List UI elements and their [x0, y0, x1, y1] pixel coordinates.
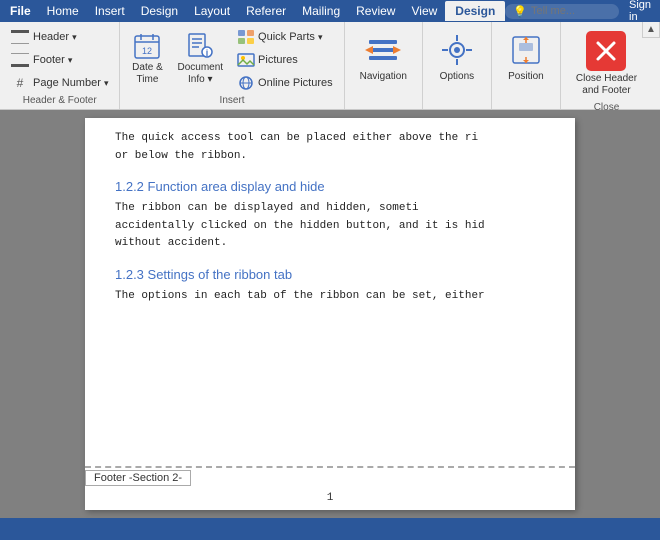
online-pictures-label: Online Pictures	[258, 77, 333, 89]
options-label: Options	[440, 71, 474, 82]
options-button[interactable]: Options	[431, 26, 483, 106]
document-info-button[interactable]: i DocumentInfo ▾	[172, 26, 228, 90]
doc-para3: The options in each tab of the ribbon ca…	[115, 288, 545, 306]
file-tab[interactable]: File	[2, 2, 39, 20]
online-pictures-button[interactable]: Online Pictures	[232, 72, 338, 94]
svg-text:i: i	[206, 48, 209, 58]
header-button[interactable]: Header ▾	[6, 26, 113, 48]
collapse-icon: ▲	[646, 24, 656, 35]
navigation-icon	[364, 31, 402, 69]
position-group: Position	[492, 22, 561, 109]
page-number-icon: #	[11, 76, 29, 90]
close-header-footer-label: Close Headerand Footer	[576, 73, 637, 97]
referer-tab[interactable]: Referer	[238, 1, 294, 21]
options-group: Options	[423, 22, 492, 109]
doc-page: The quick access tool can be placed eith…	[85, 118, 575, 510]
close-header-footer-button[interactable]: Close Headerand Footer	[569, 26, 644, 102]
online-pictures-icon	[237, 75, 255, 91]
document-info-label: DocumentInfo ▾	[177, 62, 223, 86]
doc-text-line2: or below the ribbon.	[115, 148, 545, 166]
mailing-tab[interactable]: Mailing	[294, 1, 348, 21]
insert-group-label: Insert	[126, 95, 337, 109]
date-time-button[interactable]: 12 Date &Time	[126, 26, 168, 90]
view-tab[interactable]: View	[403, 1, 445, 21]
doc-para2a: The ribbon can be displayed and hidden, …	[115, 200, 545, 218]
quick-parts-icon	[237, 29, 255, 45]
design-tab-1[interactable]: Design	[133, 1, 186, 21]
options-icon	[438, 31, 476, 69]
date-time-label: Date &Time	[132, 62, 163, 86]
header-footer-group-label: Header & Footer	[6, 95, 113, 109]
position-icon	[507, 31, 545, 69]
layout-tab[interactable]: Layout	[186, 1, 238, 21]
close-header-footer-icon	[586, 31, 626, 71]
navigation-group: Navigation	[345, 22, 423, 109]
insert-tab[interactable]: Insert	[87, 1, 133, 21]
home-tab[interactable]: Home	[39, 1, 87, 21]
document-info-icon: i	[184, 30, 216, 62]
status-bar	[0, 518, 660, 540]
insert-group: 12 Date &Time i DocumentIn	[120, 22, 344, 109]
header-footer-group: Header ▾ Footer ▾ # Page Number ▾ Header…	[0, 22, 120, 109]
document-area: The quick access tool can be placed eith…	[0, 110, 660, 518]
review-tab[interactable]: Review	[348, 1, 403, 21]
footer-icon	[11, 53, 29, 67]
heading-2: 1.2.2 Function area display and hide	[115, 179, 545, 194]
quick-parts-button[interactable]: Quick Parts ▾	[232, 26, 338, 48]
navigation-button[interactable]: Navigation	[353, 26, 414, 106]
pictures-button[interactable]: Pictures	[232, 49, 338, 71]
doc-para2b: accidentally clicked on the hidden butto…	[115, 218, 545, 236]
header-icon	[11, 30, 29, 44]
footer-label: Footer -Section 2-	[85, 470, 191, 486]
pictures-icon	[237, 52, 255, 68]
page-number: 1	[327, 492, 334, 504]
position-label: Position	[508, 71, 544, 82]
position-button[interactable]: Position	[500, 26, 552, 106]
tell-me-input[interactable]	[531, 5, 611, 17]
doc-para2c: without accident.	[115, 235, 545, 253]
close-group: Close Headerand Footer Close	[561, 22, 652, 109]
heading-3: 1.2.3 Settings of the ribbon tab	[115, 267, 545, 282]
lightbulb-icon: 💡	[513, 5, 527, 18]
navigation-label: Navigation	[360, 71, 407, 82]
page-number-label: Page Number ▾	[33, 77, 108, 89]
footer-label: Footer ▾	[33, 54, 72, 66]
design-tab-active[interactable]: Design	[445, 1, 505, 21]
header-label: Header ▾	[33, 31, 77, 43]
quick-parts-label: Quick Parts ▾	[258, 31, 322, 43]
collapse-ribbon-button[interactable]: ▲	[642, 22, 660, 38]
doc-text-line1: The quick access tool can be placed eith…	[115, 130, 545, 148]
tell-me-container[interactable]: 💡	[505, 4, 619, 19]
svg-text:12: 12	[142, 46, 152, 56]
pictures-label: Pictures	[258, 54, 298, 66]
footer-button[interactable]: Footer ▾	[6, 49, 113, 71]
page-number-button[interactable]: # Page Number ▾	[6, 72, 113, 94]
date-time-icon: 12	[131, 30, 163, 62]
